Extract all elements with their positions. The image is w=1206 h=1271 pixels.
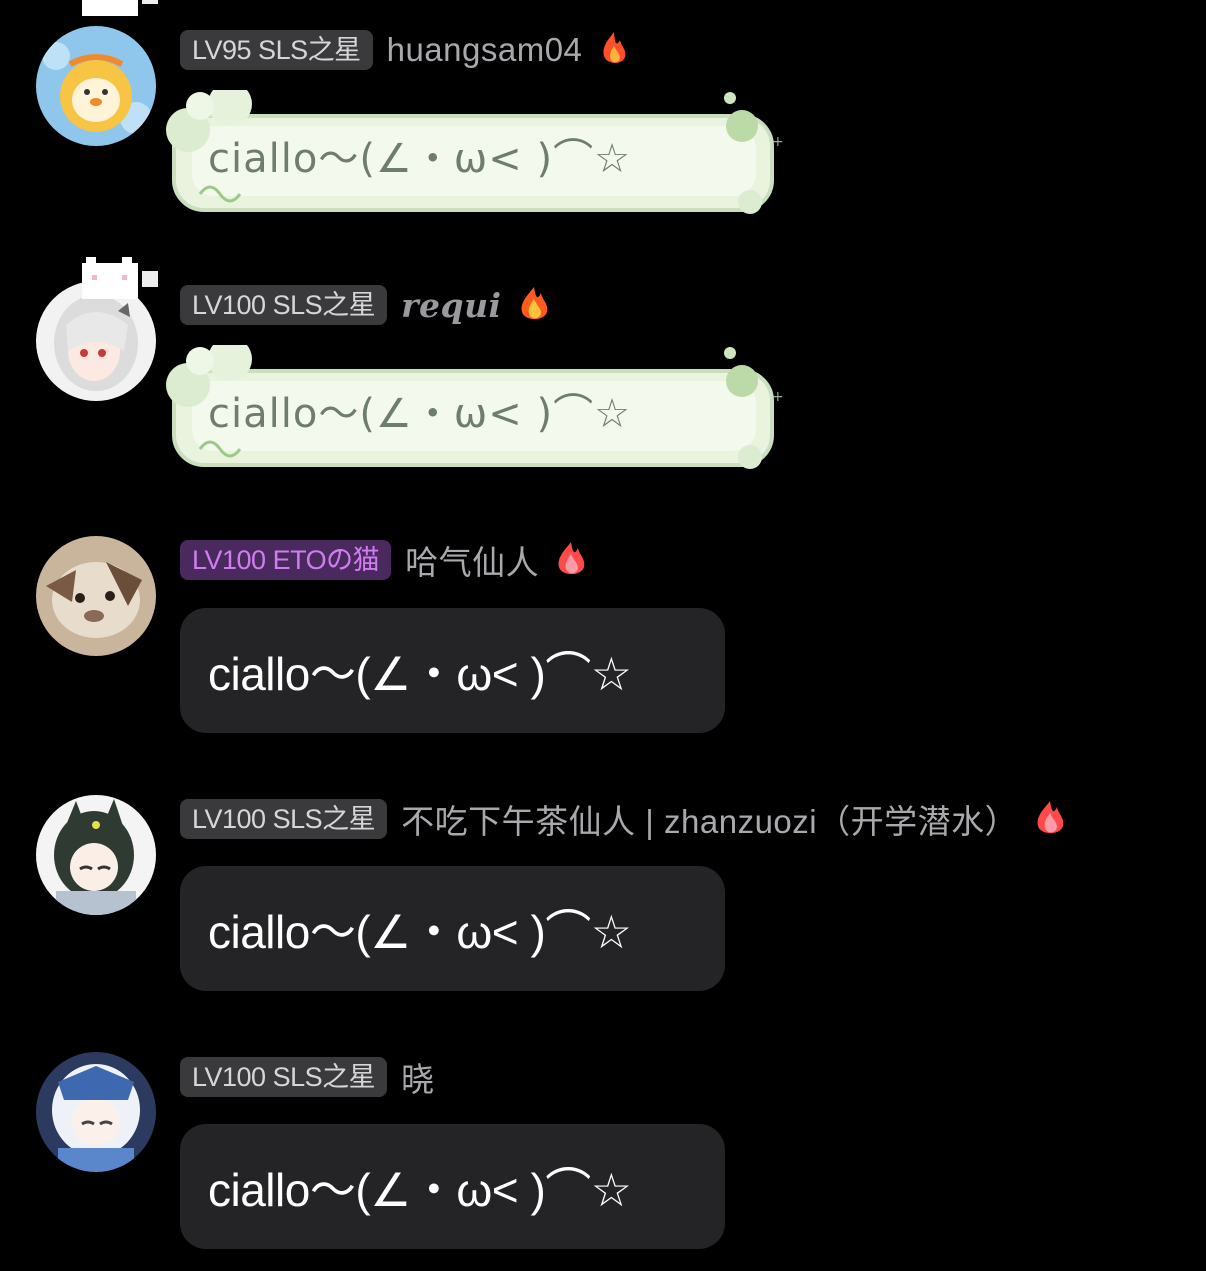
message-bubble-fancy[interactable]: + ciallo～(∠・ω< )⌒☆ [160, 345, 790, 475]
message-text: ciallo～(∠・ω< )⌒☆ [208, 136, 631, 182]
message-header: LV100 SLS之星 不吃下午茶仙人 | zhanzuozi（开学潜水） [180, 797, 1068, 841]
cat-photo-avatar-icon [36, 536, 156, 656]
message-bubble[interactable]: ciallo～(∠・ω< )⌒☆ [180, 866, 725, 991]
flame-icon [558, 542, 585, 575]
pixel-cat-decoration-icon [82, 0, 158, 16]
username[interactable]: 晓 [401, 1053, 435, 1101]
flame-icon [603, 32, 626, 63]
message-header: LV100 ETOの猫 哈气仙人 [180, 538, 589, 582]
username[interactable]: 不吃下午茶仙人 | zhanzuozi（开学潜水） [401, 795, 1018, 843]
message-bubble-fancy[interactable]: + ciallo～(∠・ω< )⌒☆ [160, 90, 790, 220]
avatar[interactable] [36, 795, 156, 915]
message-bubble[interactable]: ciallo～(∠・ω< )⌒☆ [180, 608, 725, 733]
avatar[interactable] [36, 281, 156, 401]
white-hair-blue-outfit-avatar-icon [36, 1052, 156, 1172]
svg-text:+: + [772, 134, 784, 150]
level-badge[interactable]: LV100 SLS之星 [180, 1057, 388, 1097]
message-bubble[interactable]: ciallo～(∠・ω< )⌒☆ [180, 1124, 725, 1249]
yellow-duck-avatar-icon [36, 26, 156, 146]
white-hair-girl-avatar-icon [36, 281, 156, 401]
username[interactable]: 哈气仙人 [405, 536, 539, 584]
green-hair-girl-avatar-icon [36, 795, 156, 915]
flame-icon [1037, 801, 1064, 834]
username[interactable]: huangsam04 [387, 31, 583, 69]
svg-text:+: + [772, 389, 784, 405]
level-badge[interactable]: LV100 SLS之星 [180, 285, 388, 325]
message-header: LV100 SLS之星 requi [180, 283, 552, 327]
message-header: LV100 SLS之星 晓 [180, 1055, 435, 1099]
avatar[interactable] [36, 536, 156, 656]
flame-icon [521, 287, 547, 320]
message-text: ciallo～(∠・ω< )⌒☆ [208, 391, 631, 437]
avatar[interactable] [36, 26, 156, 146]
level-badge[interactable]: LV95 SLS之星 [180, 30, 373, 70]
avatar[interactable] [36, 1052, 156, 1172]
level-badge[interactable]: LV100 ETOの猫 [180, 540, 392, 580]
message-header: LV95 SLS之星 huangsam04 [180, 28, 632, 72]
username[interactable]: requi [401, 286, 502, 325]
level-badge[interactable]: LV100 SLS之星 [180, 799, 388, 839]
